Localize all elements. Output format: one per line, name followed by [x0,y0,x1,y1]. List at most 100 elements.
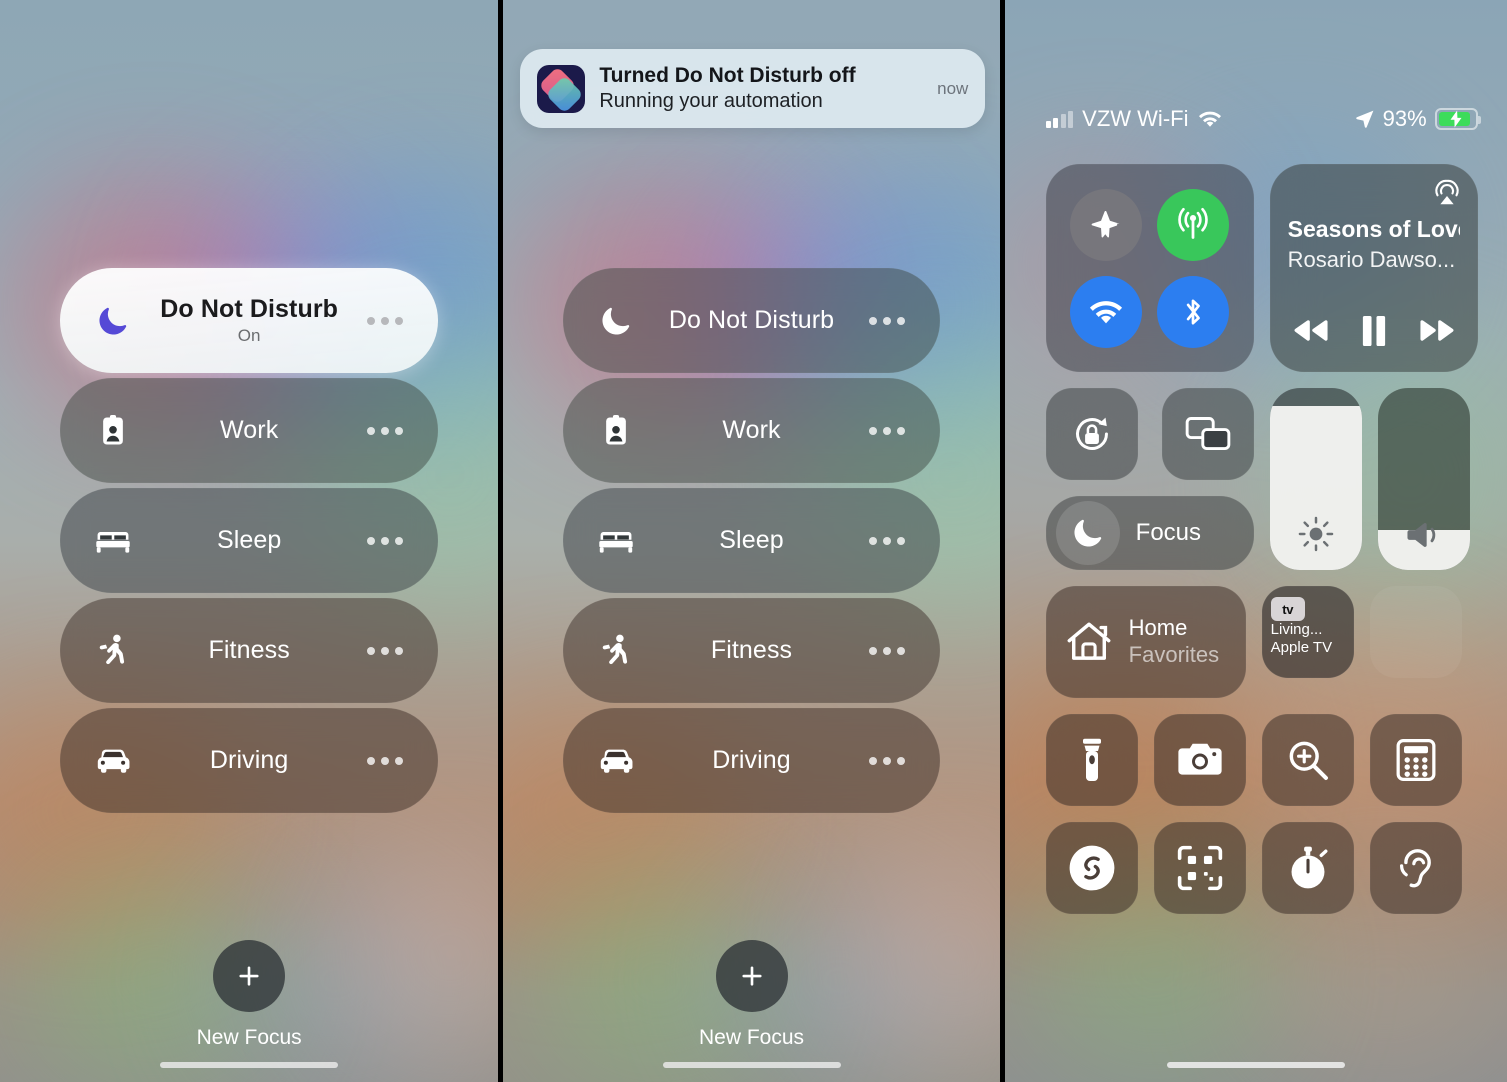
camera-button[interactable] [1153,714,1246,806]
id-badge-icon [86,414,140,447]
id-badge-icon [589,414,643,447]
focus-item-more-button[interactable] [358,646,412,655]
empty-control-slot [1369,586,1462,678]
rewind-icon[interactable] [1292,318,1330,344]
rotation-lock-icon [1070,412,1114,456]
cc-row-top: Seasons of Love Rosario Dawso... [1045,164,1478,372]
focus-item-more-button[interactable] [358,536,412,545]
airplay-icon[interactable] [1432,178,1462,208]
airplane-mode-toggle[interactable] [1070,188,1143,261]
apple-tv-icon: tv [1270,597,1305,621]
running-person-icon [589,634,643,668]
airplane-icon [1089,208,1123,242]
focus-item-fitness[interactable]: Fitness [60,598,439,703]
focus-item-do-not-disturb[interactable]: Do Not Disturb [563,268,940,373]
focus-item-label: Do Not Disturb On [140,295,358,346]
plus-icon [213,940,286,1012]
focus-item-driving[interactable]: Driving [563,708,940,813]
focus-item-label: Work [722,416,781,444]
car-icon [86,748,140,774]
notification-text: Turned Do Not Disturb off Running your a… [599,63,927,114]
bluetooth-icon [1176,295,1210,329]
focus-item-more-button[interactable] [860,536,914,545]
new-focus-button[interactable]: New Focus [0,940,498,1050]
focus-mode-list: Do Not Disturb On Work Sleep Fitness Dri… [60,268,439,818]
magnifier-button[interactable] [1261,714,1354,806]
panel-focus-dnd-on: Do Not Disturb On Work Sleep Fitness Dri… [0,0,499,1082]
running-person-icon [86,634,140,668]
notification-banner[interactable]: Turned Do Not Disturb off Running your a… [520,49,986,128]
code-scanner-button[interactable] [1153,822,1246,914]
shazam-icon [1068,844,1116,892]
battery-percent-label: 93% [1382,106,1427,131]
shazam-button[interactable] [1045,822,1138,914]
focus-item-label: Do Not Disturb [668,306,835,334]
notification-subtitle: Running your automation [599,90,823,113]
wifi-toggle[interactable] [1070,275,1143,348]
focus-item-more-button[interactable] [860,316,914,325]
screen-mirroring-toggle[interactable] [1161,388,1254,480]
notification-time: now [937,78,969,98]
home-indicator [1166,1062,1345,1068]
media-player-module[interactable]: Seasons of Love Rosario Dawso... [1269,164,1478,372]
fast-forward-icon[interactable] [1418,318,1456,344]
apple-tv-badge-label: tv [1282,601,1294,617]
apple-tv-device: Apple TV [1270,639,1333,657]
home-module[interactable]: Home Favorites [1045,586,1246,698]
magnifier-icon [1286,738,1330,782]
new-focus-label: New Focus [698,1026,805,1049]
pause-icon[interactable] [1359,314,1389,348]
focus-item-label: Driving [209,746,289,774]
control-center-grid: Seasons of Love Rosario Dawso... Focus H… [1045,164,1478,930]
focus-item-fitness[interactable]: Fitness [563,598,940,703]
home-title: Home [1128,615,1188,641]
focus-item-more-button[interactable] [358,426,412,435]
focus-item-more-button[interactable] [358,756,412,765]
timer-icon [1287,845,1329,891]
speaker-icon [1404,518,1444,552]
screen-mirroring-icon [1185,416,1231,452]
panel-focus-dnd-off-notification: Turned Do Not Disturb off Running your a… [503,0,1000,1082]
calculator-icon [1396,738,1436,782]
calculator-button[interactable] [1369,714,1462,806]
rotation-lock-toggle[interactable] [1045,388,1138,480]
bed-icon [86,528,140,554]
focus-label: Focus [1135,519,1202,546]
bed-icon [589,528,643,554]
cellular-signal-icon [1045,110,1074,128]
focus-item-more-button[interactable] [860,646,914,655]
focus-item-work[interactable]: Work [60,378,439,483]
moon-icon [86,304,140,338]
moon-icon [589,304,643,338]
hearing-button[interactable] [1369,822,1462,914]
focus-item-sleep[interactable]: Sleep [563,488,940,593]
focus-item-more-button[interactable] [860,756,914,765]
wifi-icon [1087,297,1125,327]
volume-slider[interactable] [1377,388,1470,570]
focus-item-driving[interactable]: Driving [60,708,439,813]
focus-item-more-button[interactable] [860,426,914,435]
new-focus-label: New Focus [196,1026,302,1049]
focus-item-work[interactable]: Work [563,378,940,483]
home-indicator [662,1062,841,1068]
apple-tv-module[interactable]: tv Living... Apple TV [1261,586,1354,678]
cellular-data-toggle[interactable] [1157,188,1230,261]
focus-item-label: Work [220,416,279,444]
brightness-slider[interactable] [1269,388,1362,570]
three-panel-screenshot: Do Not Disturb On Work Sleep Fitness Dri… [0,0,1507,1082]
focus-item-do-not-disturb[interactable]: Do Not Disturb On [60,268,439,373]
focus-item-more-button[interactable] [358,316,412,325]
focus-toggle[interactable]: Focus [1045,496,1254,570]
camera-icon [1177,741,1223,779]
timer-button[interactable] [1261,822,1354,914]
qr-code-icon [1177,845,1223,891]
bluetooth-toggle[interactable] [1157,275,1230,348]
focus-item-label: Sleep [216,526,282,554]
focus-item-sleep[interactable]: Sleep [60,488,439,593]
focus-item-label: Sleep [719,526,784,554]
shortcuts-icon [537,64,586,113]
panel-control-center: VZW Wi-Fi 93% Seasons of Love Rosario Da… [1004,0,1507,1082]
new-focus-button[interactable]: New Focus [503,940,999,1050]
focus-item-sublabel: On [237,326,261,345]
flashlight-toggle[interactable] [1045,714,1138,806]
